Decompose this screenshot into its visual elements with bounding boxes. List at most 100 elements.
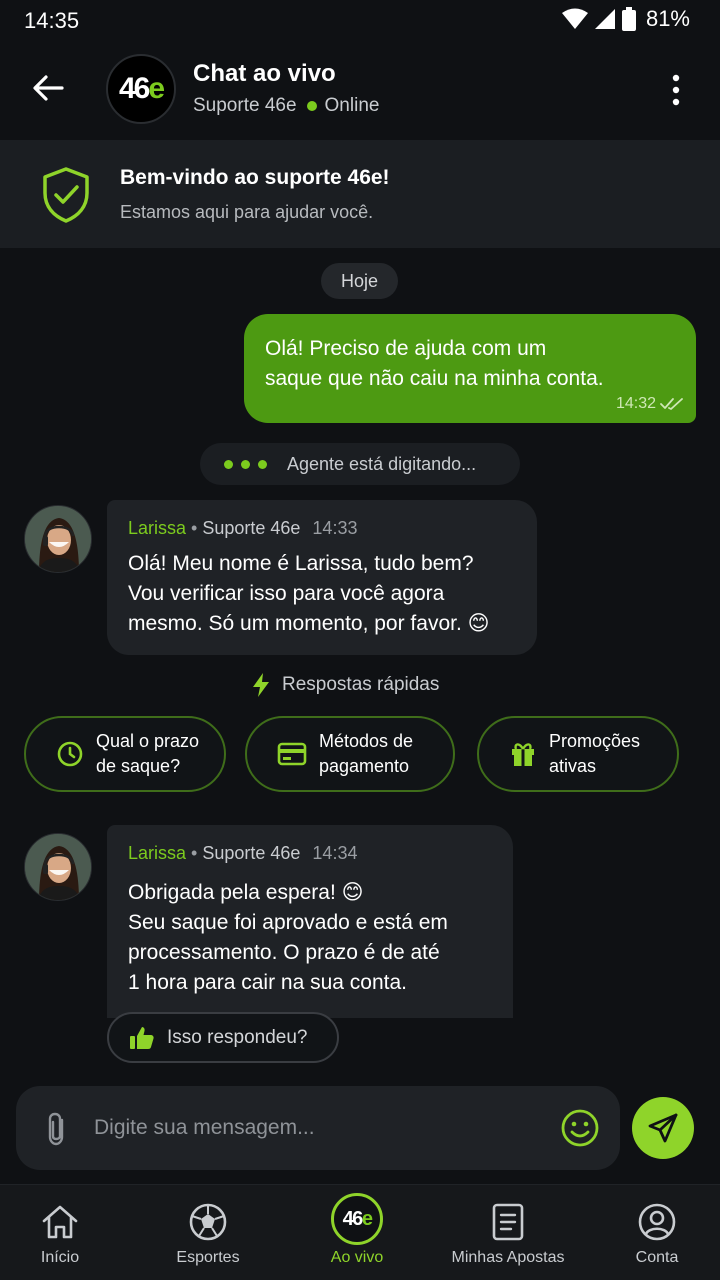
nav-item-minhas-apostas[interactable]: Minhas Apostas bbox=[444, 1185, 572, 1280]
emoji-button[interactable] bbox=[560, 1108, 600, 1153]
agent-avatar bbox=[24, 833, 92, 901]
page-title: Chat ao vivo bbox=[193, 60, 336, 87]
message-line: Seu saque foi aprovado e está em bbox=[128, 911, 448, 934]
nav-item-ao-vivo[interactable]: 46e Ao vivo bbox=[310, 1185, 404, 1280]
message-time: 14:34 bbox=[312, 843, 358, 863]
send-button[interactable] bbox=[632, 1097, 694, 1159]
message-line: mesmo. Só um momento, por favor. 😊 bbox=[128, 612, 490, 635]
message-line: processamento. O prazo é de até bbox=[128, 941, 440, 964]
quick-reply-line: de saque? bbox=[96, 756, 181, 776]
quick-reply-label: Métodos de pagamento bbox=[319, 729, 413, 779]
more-vertical-icon bbox=[672, 74, 680, 106]
quick-replies-header: Respostas rápidas bbox=[250, 672, 439, 698]
meta-separator: • bbox=[191, 843, 198, 863]
quick-reply-line: pagamento bbox=[319, 756, 410, 776]
back-button[interactable] bbox=[28, 68, 68, 108]
welcome-title: Bem-vindo ao suporte 46e! bbox=[120, 166, 390, 189]
shield-check-icon bbox=[43, 167, 89, 223]
nav-item-conta[interactable]: Conta bbox=[620, 1185, 694, 1280]
thumbs-up-icon bbox=[130, 1026, 154, 1049]
date-separator: Hoje bbox=[321, 263, 398, 299]
agent-message: Larissa • Suporte 46e 14:33 Olá! Meu nom… bbox=[107, 500, 537, 655]
lightning-icon bbox=[253, 673, 269, 697]
clock-icon bbox=[57, 741, 83, 767]
agent-photo bbox=[25, 506, 91, 572]
quick-reply-promotions[interactable]: Promoções ativas bbox=[477, 716, 679, 792]
message-line: 1 hora para cair na sua conta. bbox=[128, 971, 408, 994]
document-icon bbox=[492, 1203, 524, 1241]
soccer-ball-icon bbox=[189, 1203, 227, 1241]
quick-reply-line: Métodos de bbox=[319, 731, 414, 751]
send-icon bbox=[648, 1113, 678, 1143]
quick-reply-line: Promoções bbox=[549, 731, 641, 751]
nav-icon-wrap bbox=[637, 1201, 677, 1243]
nav-icon-wrap bbox=[40, 1201, 80, 1243]
gift-icon bbox=[512, 743, 534, 766]
support-name: Suporte 46e bbox=[193, 95, 297, 116]
agent-photo bbox=[25, 834, 91, 900]
nav-icon-wrap bbox=[491, 1201, 525, 1243]
message-time: 14:32 bbox=[615, 395, 656, 412]
signal-icon bbox=[594, 9, 615, 29]
status-bar: 14:35 81% bbox=[0, 0, 720, 42]
nav-icon-wrap: 46e bbox=[331, 1193, 383, 1245]
nav-item-inicio[interactable]: Início bbox=[20, 1185, 100, 1280]
status-time: 14:35 bbox=[24, 8, 80, 33]
nav-label: Ao vivo bbox=[330, 1249, 384, 1266]
typing-text: Agente está digitando... bbox=[287, 453, 477, 474]
header-subtitle: Suporte 46e Online bbox=[193, 95, 379, 117]
quick-reply-line: ativas bbox=[549, 756, 597, 776]
emoji-icon bbox=[561, 1109, 599, 1147]
typing-dots bbox=[224, 459, 267, 469]
message-input[interactable] bbox=[94, 1108, 534, 1148]
quick-reply-line: Qual o prazo bbox=[96, 731, 200, 751]
quick-reply-payment-methods[interactable]: Métodos de pagamento bbox=[245, 716, 455, 792]
message-composer bbox=[16, 1086, 620, 1170]
double-check-icon bbox=[660, 398, 683, 410]
message-line: Vou verificar isso para você agora bbox=[128, 582, 445, 605]
quick-reply-label: Promoções ativas bbox=[549, 729, 640, 779]
message-meta: Larissa • Suporte 46e 14:34 bbox=[128, 843, 357, 864]
online-status-dot bbox=[306, 101, 317, 111]
brand-avatar: 46e bbox=[106, 54, 176, 124]
feedback-button[interactable]: Isso respondeu? bbox=[107, 1012, 339, 1063]
quick-replies-title: Respostas rápidas bbox=[282, 674, 440, 695]
nav-item-esportes[interactable]: Esportes bbox=[162, 1185, 254, 1280]
outgoing-message-text: Olá! Preciso de ajuda com um saque que n… bbox=[265, 334, 675, 394]
outgoing-message: Olá! Preciso de ajuda com um saque que n… bbox=[244, 314, 696, 423]
welcome-banner: Bem-vindo ao suporte 46e! Estamos aqui p… bbox=[0, 140, 720, 248]
quick-reply-withdraw-time[interactable]: Qual o prazo de saque? bbox=[24, 716, 226, 792]
message-time: 14:33 bbox=[312, 518, 358, 538]
message-line: Olá! Meu nome é Larissa, tudo bem? bbox=[128, 552, 474, 575]
agent-name: Larissa bbox=[128, 518, 187, 538]
nav-label: Minhas Apostas bbox=[451, 1249, 565, 1266]
bottom-navigation: Início Esportes 46e Ao vivo Minhas Apost… bbox=[0, 1184, 720, 1280]
message-line: Obrigada pela espera! 😊 bbox=[128, 881, 364, 904]
live-logo-icon: 46e bbox=[331, 1193, 383, 1245]
welcome-subtitle: Estamos aqui para ajudar você. bbox=[120, 202, 374, 222]
agent-message: Larissa • Suporte 46e 14:34 Obrigada pel… bbox=[107, 825, 513, 1018]
message-meta: Larissa • Suporte 46e 14:33 bbox=[128, 518, 357, 539]
nav-label: Esportes bbox=[176, 1249, 240, 1266]
chat-header: 46e Chat ao vivo Suporte 46e Online bbox=[0, 42, 720, 138]
typing-indicator: Agente está digitando... bbox=[200, 443, 520, 485]
feedback-label: Isso respondeu? bbox=[167, 1026, 308, 1048]
agent-avatar bbox=[24, 505, 92, 573]
arrow-left-icon bbox=[33, 75, 64, 101]
paperclip-icon bbox=[48, 1112, 64, 1146]
attach-button[interactable] bbox=[42, 1110, 70, 1153]
home-icon bbox=[42, 1205, 78, 1239]
nav-label: Conta bbox=[635, 1249, 679, 1266]
agent-role: Suporte 46e bbox=[202, 843, 301, 863]
nav-icon-wrap bbox=[188, 1201, 228, 1243]
quick-reply-label: Qual o prazo de saque? bbox=[96, 729, 199, 779]
agent-role: Suporte 46e bbox=[202, 518, 301, 538]
agent-message-text: Olá! Meu nome é Larissa, tudo bem? Vou v… bbox=[128, 549, 490, 639]
agent-name: Larissa bbox=[128, 843, 187, 863]
meta-separator: • bbox=[191, 518, 198, 538]
more-options-button[interactable] bbox=[662, 72, 690, 108]
status-icons: 81% bbox=[561, 6, 690, 32]
message-line: saque que não caiu na minha conta. bbox=[265, 367, 604, 390]
card-icon bbox=[277, 742, 307, 766]
message-line: Olá! Preciso de ajuda com um bbox=[265, 337, 547, 360]
